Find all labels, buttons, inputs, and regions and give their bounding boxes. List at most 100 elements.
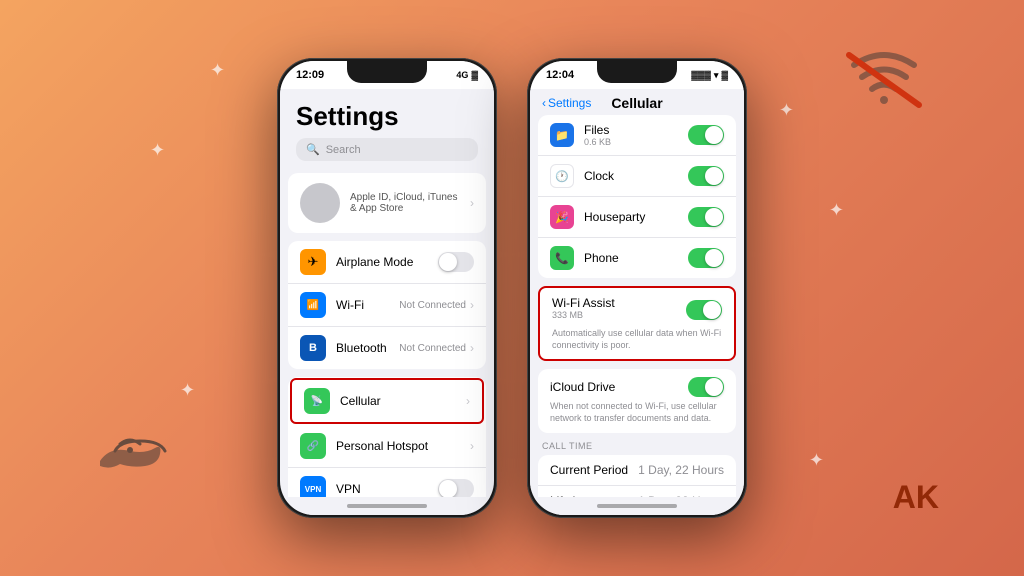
phone-right-inner: 12:04 ▓▓▓ ▾ ▓ ‹ Settings Cellular (530, 61, 744, 515)
sparkle-1: ✦ (210, 60, 225, 81)
icloud-description: When not connected to Wi-Fi, use cellula… (550, 401, 724, 424)
profile-chevron-icon: › (470, 196, 474, 210)
settings-list: Apple ID, iCloud, iTunes & App Store › ✈… (280, 173, 494, 497)
vpn-icon: VPN (300, 476, 326, 497)
battery-left: ▓ (471, 70, 478, 80)
signal-right: ▓▓▓ (691, 70, 711, 80)
phone-left-inner: 12:09 4G ▓ Settings 🔍 Search (280, 61, 494, 515)
settings-row-wifi[interactable]: 📶 Wi-Fi Not Connected › (288, 284, 486, 327)
sparkle-6: ✦ (779, 100, 794, 121)
clock-toggle[interactable] (688, 166, 724, 186)
back-label: Settings (548, 96, 591, 110)
settings-screen: Settings 🔍 Search Apple ID, iCloud, iTun… (280, 89, 494, 515)
cellular-apps-group: 📁 Files 0.6 KB 🕐 Clock (538, 115, 736, 278)
phone-icon: 📞 (550, 246, 574, 270)
notch-left (347, 61, 427, 83)
settings-row-hotspot[interactable]: 🔗 Personal Hotspot › (288, 425, 486, 468)
houseparty-toggle[interactable] (688, 207, 724, 227)
signal-left: 4G (456, 70, 468, 80)
wifi-icon: 📶 (300, 292, 326, 318)
settings-group-connectivity: ✈ Airplane Mode 📶 Wi-Fi Not Connected › … (288, 241, 486, 369)
bluetooth-label: Bluetooth (336, 341, 399, 355)
wifi-chevron-icon: › (470, 298, 474, 312)
icloud-toggle[interactable] (688, 377, 724, 397)
cellular-screen: ‹ Settings Cellular 📁 Files 0.6 KB (530, 89, 744, 515)
profile-info: Apple ID, iCloud, iTunes & App Store (350, 192, 460, 214)
wifi-assist-sublabel: 333 MB (552, 310, 615, 320)
cellular-row-files[interactable]: 📁 Files 0.6 KB (538, 115, 736, 156)
sparkle-2: ✦ (150, 140, 165, 161)
home-indicator-right (530, 497, 744, 515)
airplane-label: Airplane Mode (336, 255, 438, 269)
nav-title: Cellular (611, 95, 662, 111)
phone-label: Phone (584, 251, 688, 265)
clock-icon: 🕐 (550, 164, 574, 188)
hotspot-chevron-icon: › (470, 439, 474, 453)
files-toggle[interactable] (688, 125, 724, 145)
icloud-top: iCloud Drive (550, 377, 724, 397)
sparkle-3: ✦ (180, 380, 195, 401)
home-indicator-left (280, 497, 494, 515)
current-period-label: Current Period (550, 463, 638, 477)
wifi-assist-description: Automatically use cellular data when Wi-… (552, 328, 722, 351)
cellular-icon: 📡 (304, 388, 330, 414)
wifi-assist-toggle[interactable] (686, 300, 722, 320)
profile-name: Apple ID, iCloud, iTunes & App Store (350, 192, 460, 214)
call-time-header: CALL TIME (538, 441, 736, 455)
call-time-current: Current Period 1 Day, 22 Hours (538, 455, 736, 486)
bluetooth-chevron-icon: › (470, 341, 474, 355)
files-label: Files (584, 123, 688, 137)
cellular-row-houseparty[interactable]: 🎉 Houseparty (538, 197, 736, 238)
notch-right (597, 61, 677, 83)
wifi-status-right: ▾ (714, 70, 719, 81)
files-icon: 📁 (550, 123, 574, 147)
search-bar[interactable]: 🔍 Search (296, 138, 478, 161)
current-period-value: 1 Day, 22 Hours (638, 463, 724, 477)
back-chevron-icon: ‹ (542, 96, 546, 110)
search-icon: 🔍 (306, 143, 320, 156)
nav-back-button[interactable]: ‹ Settings (542, 96, 591, 110)
houseparty-label: Houseparty (584, 210, 688, 224)
avatar (300, 183, 340, 223)
settings-header: Settings 🔍 Search (280, 89, 494, 173)
battery-right: ▓ (721, 70, 728, 80)
phone-settings: 12:09 4G ▓ Settings 🔍 Search (277, 58, 497, 518)
wifi-assist-row[interactable]: Wi-Fi Assist 333 MB Automatically use ce… (538, 286, 736, 361)
settings-row-vpn[interactable]: VPN VPN (288, 468, 486, 497)
call-time-group: CALL TIME Current Period 1 Day, 22 Hours… (538, 441, 736, 497)
time-right: 12:04 (546, 69, 574, 81)
profile-row[interactable]: Apple ID, iCloud, iTunes & App Store › (288, 173, 486, 233)
settings-title: Settings (296, 97, 478, 138)
sparkle-5: ✦ (809, 450, 824, 471)
status-icons-left: 4G ▓ (456, 70, 478, 80)
airplane-icon: ✈ (300, 249, 326, 275)
settings-row-cellular[interactable]: 📡 Cellular › (290, 378, 484, 424)
wifi-assist-top: Wi-Fi Assist 333 MB (552, 296, 722, 324)
phone-toggle[interactable] (688, 248, 724, 268)
clock-label: Clock (584, 169, 688, 183)
settings-group-cellular: 📡 Cellular › 🔗 Personal Hotspot › VPN VP… (288, 377, 486, 497)
status-icons-right: ▓▓▓ ▾ ▓ (691, 70, 728, 81)
settings-row-bluetooth[interactable]: B Bluetooth Not Connected › (288, 327, 486, 369)
home-bar-right (597, 504, 677, 508)
nav-bar: ‹ Settings Cellular (530, 89, 744, 115)
bluetooth-value: Not Connected (399, 343, 466, 354)
airplane-toggle[interactable] (438, 252, 474, 272)
vpn-toggle[interactable] (438, 479, 474, 497)
home-bar-left (347, 504, 427, 508)
hotspot-icon: 🔗 (300, 433, 326, 459)
bluetooth-icon: B (300, 335, 326, 361)
wifi-slash-decoration (844, 50, 924, 110)
settings-row-airplane[interactable]: ✈ Airplane Mode (288, 241, 486, 284)
cellular-chevron-icon: › (466, 394, 470, 408)
wifi-assist-label: Wi-Fi Assist (552, 296, 615, 310)
cellular-row-phone[interactable]: 📞 Phone (538, 238, 736, 278)
hotspot-label: Personal Hotspot (336, 439, 470, 453)
phone-cellular: 12:04 ▓▓▓ ▾ ▓ ‹ Settings Cellular (527, 58, 747, 518)
cellular-row-clock[interactable]: 🕐 Clock (538, 156, 736, 197)
call-time-rows: Current Period 1 Day, 22 Hours Lifetime … (538, 455, 736, 497)
icloud-drive-row[interactable]: iCloud Drive When not connected to Wi-Fi… (538, 369, 736, 432)
cellular-list: 📁 Files 0.6 KB 🕐 Clock (530, 115, 744, 497)
cellular-label: Cellular (340, 394, 466, 408)
sparkle-4: ✦ (829, 200, 844, 221)
